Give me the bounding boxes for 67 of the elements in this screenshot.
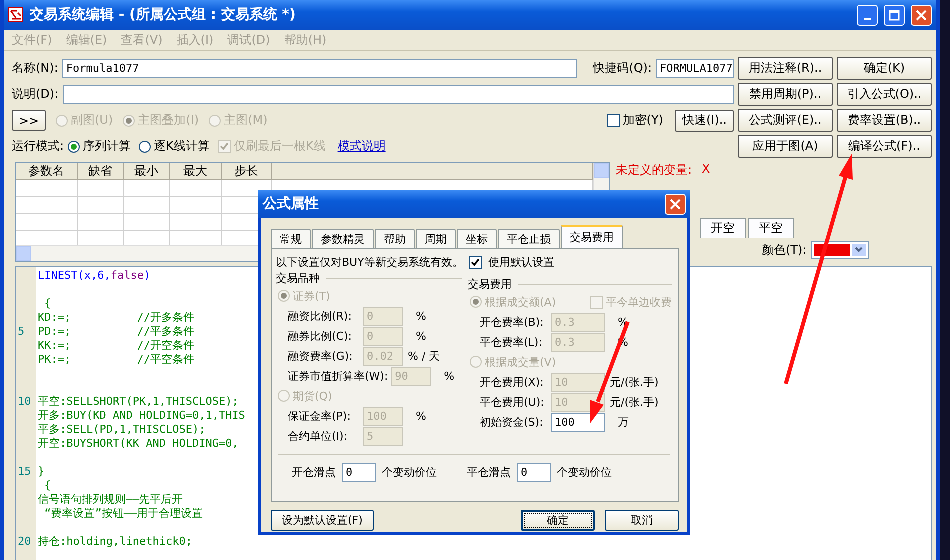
field-label: 融资费率(G): xyxy=(288,348,354,364)
window-title: 交易系统编辑 - (所属公式组 : 交易系统 *) xyxy=(30,6,297,24)
code-line: { xyxy=(44,297,52,311)
code-line: 平空:SELLSHORT(PK,1,THISCLOSE); xyxy=(38,395,239,409)
code-line: “费率设置”按钮——用于合理设置 xyxy=(44,507,204,521)
code-line: 开多:BUY(KD AND HOLDING=0,1,THIS xyxy=(38,409,246,423)
checkbox-label: 加密(Y) xyxy=(622,112,664,129)
unit-label: 个变动价位 xyxy=(382,465,437,480)
field-label: 合约单位(I): xyxy=(288,428,349,444)
line-number: 20 xyxy=(17,535,32,549)
unit-label: % xyxy=(416,410,426,422)
field-label: 运行模式: xyxy=(12,138,64,155)
field-label: 快捷码(Q): xyxy=(593,60,652,77)
line-number: 5 xyxy=(17,325,26,339)
code-line: KD:=; //开多条件 xyxy=(38,311,195,325)
field-label: 初始资金(S): xyxy=(480,414,544,430)
checkbox-label: 使用默认设置 xyxy=(488,255,554,270)
field-label: 证券市值折算率(W): xyxy=(288,368,388,384)
field-label: 颜色(T): xyxy=(762,242,807,258)
radio-label: 逐K线计算 xyxy=(154,138,210,155)
unit-label: % xyxy=(444,370,455,382)
radio-label: 序列计算 xyxy=(83,138,132,155)
unit-label: 元/(张.手) xyxy=(610,394,659,410)
unit-label: 个变动价位 xyxy=(557,465,612,480)
group-title: 交易费用 xyxy=(468,276,512,292)
field-label: 开仓费率(B): xyxy=(480,314,545,330)
code-line: PD:=; //平多条件 xyxy=(38,325,195,339)
dialog-title: 公式属性 xyxy=(263,195,320,213)
code-line: 平多:SELL(PD,1,THISCLOSE); xyxy=(38,423,206,437)
undefined-variable: X xyxy=(702,162,710,178)
radio-label: 主图(M) xyxy=(224,112,268,129)
radio-label: 主图叠加(I) xyxy=(138,112,200,129)
field-label: 开仓滑点 xyxy=(292,465,336,480)
unit-label: % xyxy=(416,330,426,342)
field-label: 说明(D): xyxy=(12,86,59,103)
radio-label: 证券(T) xyxy=(293,288,330,304)
checkbox-label: 仅刷最后一根K线 xyxy=(234,138,326,155)
radio-label: 根据成交量(V) xyxy=(485,354,556,370)
field-label: 开仓费用(X): xyxy=(480,374,545,390)
note-text: 以下设置仅对BUY等新交易系统有效。 xyxy=(276,255,464,270)
code-line: KK:=; //开空条件 xyxy=(38,339,195,353)
group-title: 交易品种 xyxy=(276,270,320,286)
code-line: PK:=; //平空条件 xyxy=(38,353,195,367)
radio-label: 副图(U) xyxy=(71,112,114,129)
unit-label: 元/(张.手) xyxy=(610,374,659,390)
checkbox-label: 平今单边收费 xyxy=(606,294,672,310)
field-label: 平仓滑点 xyxy=(467,465,511,480)
field-label: 融券比例(C): xyxy=(288,328,353,344)
code-line: 开空:BUYSHORT(KK AND HOLDING=0, xyxy=(38,437,239,451)
code-line: 信号语句排列规则——先平后开 xyxy=(38,493,184,507)
unit-label: % xyxy=(416,310,426,322)
code-line: } xyxy=(38,465,45,479)
code-line: 持仓:holding,linethick0; xyxy=(38,535,192,549)
field-label: 平仓费用(U): xyxy=(480,394,546,410)
radio-label: 期货(Q) xyxy=(293,388,332,404)
code-line: LINEST(x,6,false) xyxy=(38,269,151,283)
unit-label: 万 xyxy=(618,414,629,430)
unit-label: % / 天 xyxy=(408,348,440,364)
radio-label: 根据成交额(A) xyxy=(485,294,556,310)
line-number: 15 xyxy=(17,465,32,479)
field-label: 融资比例(R): xyxy=(288,308,353,324)
field-label: 平仓费率(L): xyxy=(480,334,544,350)
code-line: { xyxy=(44,479,52,493)
field-label: 名称(N): xyxy=(12,60,58,77)
undefined-variables-label: 未定义的变量: xyxy=(616,162,692,179)
field-label: 保证金率(P): xyxy=(288,408,352,424)
line-number: 10 xyxy=(17,395,32,409)
